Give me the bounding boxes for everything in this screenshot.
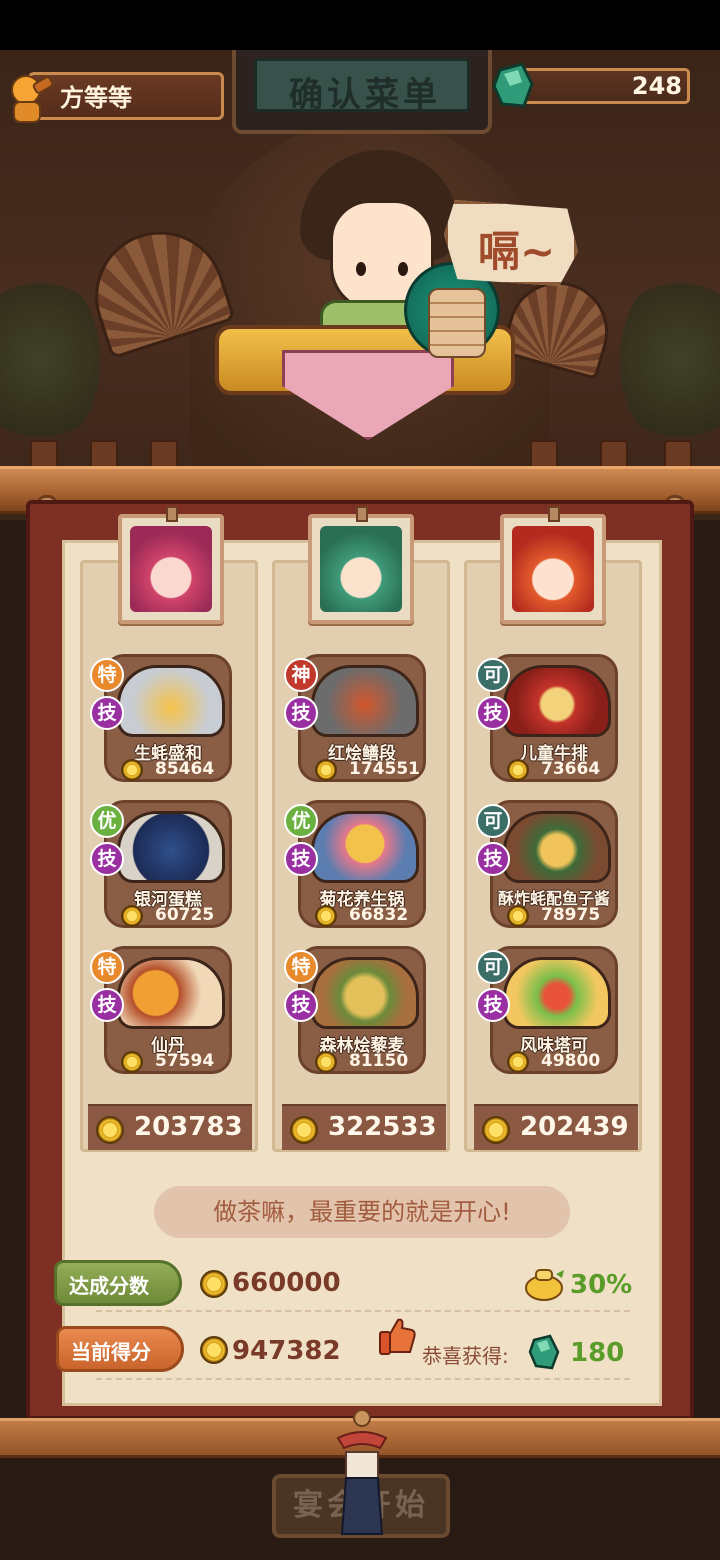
dish-price: 60725 bbox=[155, 905, 215, 925]
coin-icon bbox=[200, 1336, 228, 1364]
chef-avatar-icon bbox=[11, 75, 54, 123]
skill-badge: 技 bbox=[476, 988, 510, 1022]
gem-counter[interactable]: 248 bbox=[492, 60, 702, 112]
thumbs-up-icon bbox=[379, 1318, 416, 1355]
elixir-dish-icon bbox=[117, 957, 225, 1029]
dish-price: 73664 bbox=[541, 759, 601, 779]
bonus-percent: 30% bbox=[570, 1270, 633, 1300]
oyster-dish-icon bbox=[117, 665, 225, 737]
dish-price: 57594 bbox=[155, 1051, 215, 1071]
quinoa-dish-icon bbox=[311, 957, 419, 1029]
grade-badge: 特 bbox=[90, 950, 124, 984]
page-title: 确认菜单 bbox=[289, 75, 441, 115]
chrysanthemum-pot-icon bbox=[311, 811, 419, 883]
column-total-value: 202439 bbox=[520, 1112, 629, 1142]
status-bar bbox=[0, 0, 720, 50]
guest-portrait-3[interactable] bbox=[500, 506, 606, 624]
grade-badge: 特 bbox=[90, 658, 124, 692]
player-name: 方等等 bbox=[60, 84, 132, 112]
plant-left bbox=[0, 270, 100, 450]
jade-gem-icon bbox=[528, 1334, 560, 1370]
title-sign: 确认菜单 bbox=[232, 50, 492, 134]
skill-badge: 技 bbox=[90, 988, 124, 1022]
target-score-tag: 达成分数 bbox=[54, 1260, 182, 1306]
column-total: 322533 bbox=[282, 1104, 446, 1150]
column-total-value: 203783 bbox=[134, 1112, 243, 1142]
guest-portrait-2[interactable] bbox=[308, 506, 414, 624]
column-total-value: 322533 bbox=[328, 1112, 437, 1142]
divider bbox=[96, 1378, 630, 1380]
dish-price: 66832 bbox=[349, 905, 409, 925]
skill-badge: 技 bbox=[90, 696, 124, 730]
tea-bowls-icon bbox=[428, 288, 486, 358]
dish-price: 78975 bbox=[541, 905, 601, 925]
hostess-eye bbox=[356, 262, 366, 276]
current-score-tag: 当前得分 bbox=[56, 1326, 184, 1372]
grade-badge: 优 bbox=[284, 804, 318, 838]
fried-oyster-icon bbox=[503, 811, 611, 883]
grade-badge: 特 bbox=[284, 950, 318, 984]
grade-badge: 优 bbox=[90, 804, 124, 838]
grade-badge: 神 bbox=[284, 658, 318, 692]
dish-price: 49800 bbox=[541, 1051, 601, 1071]
steak-dish-icon bbox=[503, 665, 611, 737]
skill-badge: 技 bbox=[284, 988, 318, 1022]
player-plate[interactable]: 方等等 bbox=[4, 66, 226, 126]
taco-dish-icon bbox=[503, 957, 611, 1029]
galaxy-cake-icon bbox=[117, 811, 225, 883]
column-total: 202439 bbox=[474, 1104, 638, 1150]
dish-price: 174551 bbox=[349, 759, 420, 779]
motto-banner: 做茶嘛，最重要的就是开心! bbox=[154, 1186, 570, 1238]
dish-price: 81150 bbox=[349, 1051, 409, 1071]
skill-badge: 技 bbox=[476, 696, 510, 730]
guest-portrait-1[interactable] bbox=[118, 506, 224, 624]
plant-right bbox=[620, 270, 720, 450]
coin-icon bbox=[200, 1270, 228, 1298]
eel-pot-icon bbox=[311, 665, 419, 737]
skill-badge: 技 bbox=[90, 842, 124, 876]
dish-price: 85464 bbox=[155, 759, 215, 779]
tassel-ornament-icon bbox=[336, 1409, 388, 1535]
skill-badge: 技 bbox=[284, 842, 318, 876]
jade-gem-icon bbox=[492, 62, 534, 108]
skill-badge: 技 bbox=[476, 842, 510, 876]
hostess-eye bbox=[398, 262, 408, 276]
current-score-value: 947382 bbox=[232, 1336, 341, 1366]
skill-badge: 技 bbox=[284, 696, 318, 730]
divider bbox=[96, 1310, 630, 1312]
reward-label: 恭喜获得: bbox=[422, 1344, 509, 1368]
speech-bubble: 嗝~ bbox=[444, 200, 578, 286]
speech-text: 嗝~ bbox=[478, 227, 556, 276]
target-score-value: 660000 bbox=[232, 1268, 341, 1298]
reward-gems: 180 bbox=[570, 1338, 625, 1368]
gem-count: 248 bbox=[631, 72, 682, 100]
grade-badge: 可 bbox=[476, 804, 510, 838]
column-total: 203783 bbox=[88, 1104, 252, 1150]
coin-bag-icon bbox=[525, 1269, 564, 1301]
grade-badge: 可 bbox=[476, 950, 510, 984]
grade-badge: 可 bbox=[476, 658, 510, 692]
